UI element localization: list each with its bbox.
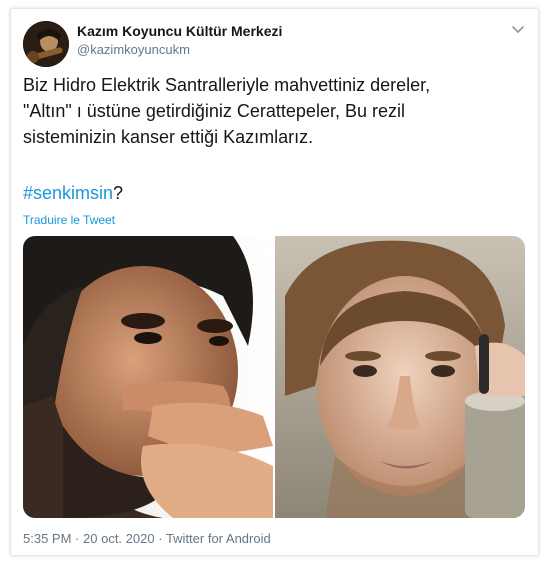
tweet-card: Kazım Koyuncu Kültür Merkezi @kazimkoyun… (10, 8, 539, 556)
account-handle[interactable]: @kazimkoyuncukm (77, 42, 190, 57)
photo-right[interactable] (275, 236, 525, 518)
tweet-date[interactable]: 20 oct. 2020 (83, 531, 155, 546)
avatar[interactable] (23, 21, 69, 67)
translate-tweet-link[interactable]: Traduire le Tweet (23, 213, 115, 227)
avatar-image (23, 21, 69, 67)
tweet-meta: 5:35 PM · 20 oct. 2020 · Twitter for And… (23, 531, 271, 546)
hashtag-suffix: ? (113, 183, 124, 203)
meta-separator: · (75, 531, 80, 546)
display-name[interactable]: Kazım Koyuncu Kültür Merkezi (77, 23, 282, 39)
chevron-down-icon[interactable] (510, 21, 526, 37)
tweet-source: Twitter for Android (165, 531, 271, 546)
hashtag-line: #senkimsin? (23, 180, 123, 206)
photo-left[interactable] (23, 236, 273, 518)
meta-separator: · (158, 531, 163, 546)
tweet-text: Biz Hidro Elektrik Santralleriyle mahvet… (23, 72, 523, 150)
tweet-media[interactable] (23, 236, 525, 518)
tweet-line: Biz Hidro Elektrik Santralleriyle mahvet… (23, 75, 431, 95)
tweet-line: sisteminizin kanser ettiği Kazımlarız. (23, 127, 314, 147)
tweet-time[interactable]: 5:35 PM (23, 531, 71, 546)
tweet-line: "Altın" ı üstüne getirdiğiniz Cerattepel… (23, 101, 405, 121)
hashtag-link[interactable]: #senkimsin (23, 183, 113, 203)
